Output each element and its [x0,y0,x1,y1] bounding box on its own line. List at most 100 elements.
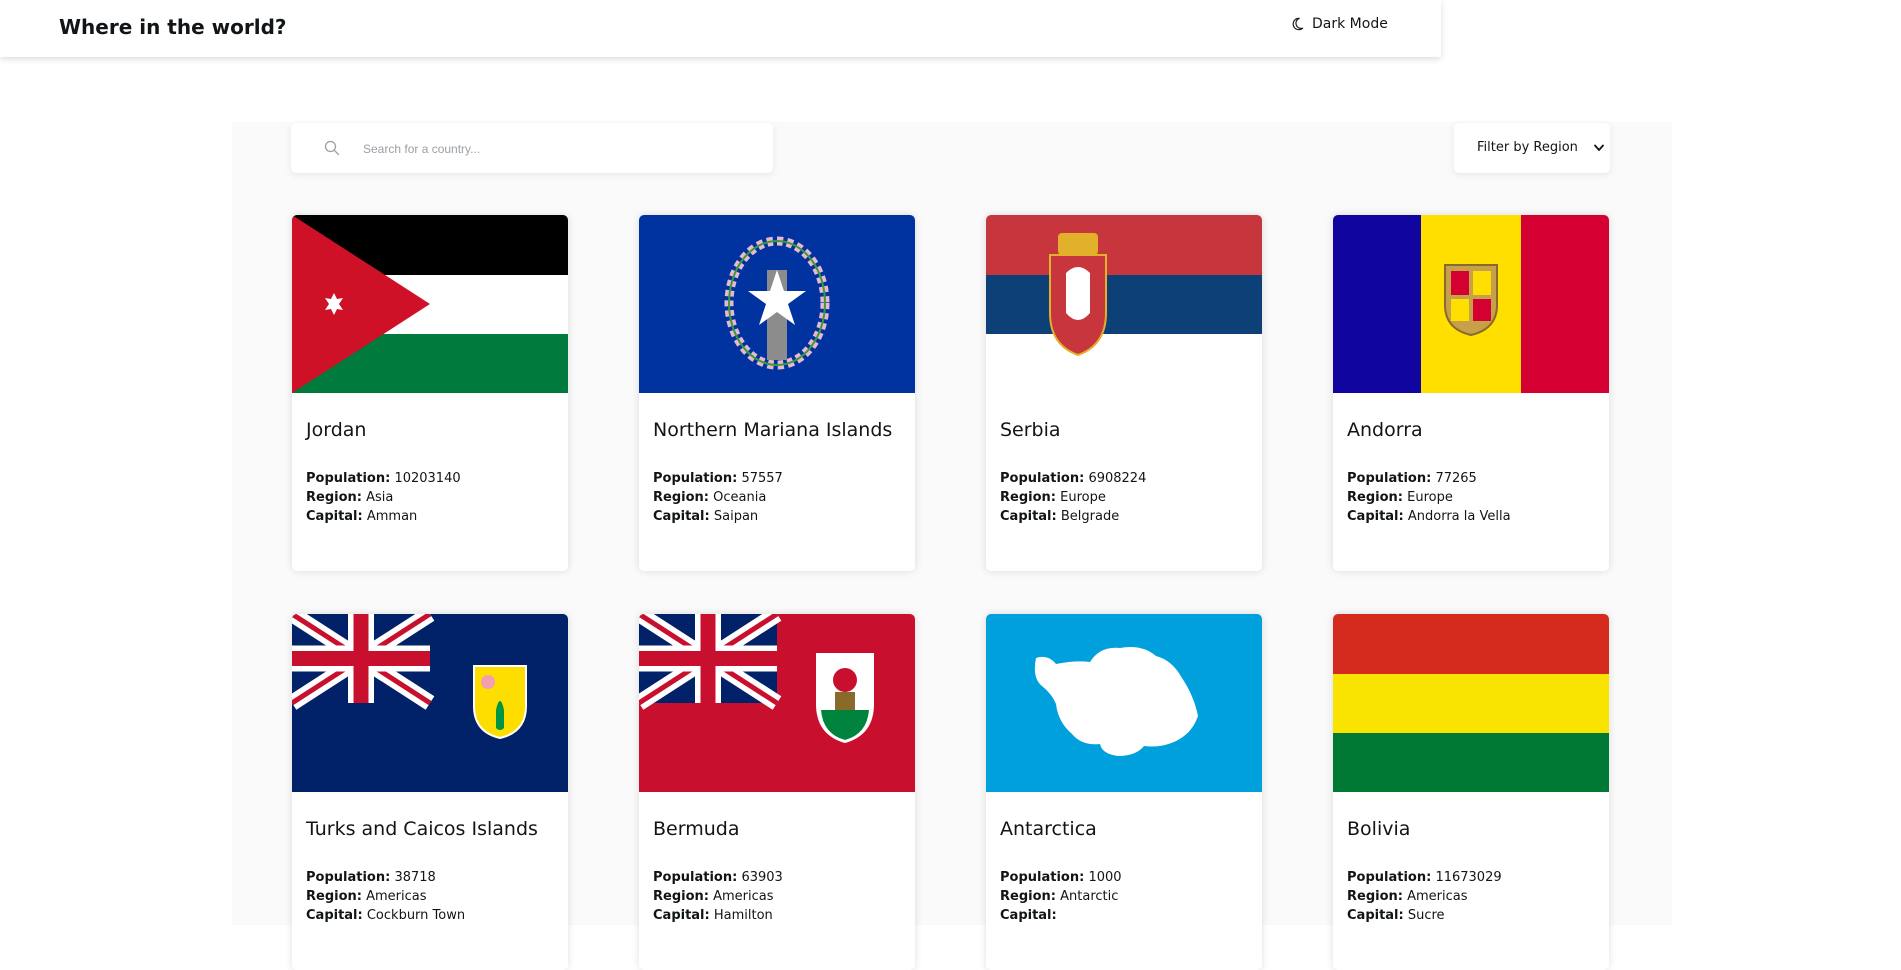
capital-value: Andorra la Vella [1407,509,1511,524]
region-label: Region: [653,490,709,505]
capital-row: Capital: Sucre [1347,906,1502,925]
region-filter-label: Filter by Region [1477,140,1578,155]
region-value: Americas [1407,889,1468,904]
antarctica-flag [986,614,1262,792]
population-value: 6908224 [1088,471,1147,486]
country-name: Serbia [1000,419,1061,441]
country-name: Bolivia [1347,818,1411,840]
jordan-flag [292,215,568,393]
region-label: Region: [1347,490,1403,505]
population-value: 10203140 [394,471,461,486]
population-value: 63903 [741,870,783,885]
population-value: 57557 [741,471,783,486]
population-label: Population: [1000,870,1085,885]
country-card[interactable]: Northern Mariana Islands Population: 575… [639,215,915,571]
capital-row: Capital: Saipan [653,507,783,526]
search-input[interactable] [361,137,745,161]
dark-mode-label: Dark Mode [1312,16,1388,32]
country-card[interactable]: Jordan Population: 10203140 Region: Asia… [292,215,568,571]
population-label: Population: [653,471,738,486]
capital-value: Cockburn Town [366,908,466,923]
country-facts: Population: 1000 Region: Antarctic Capit… [1000,868,1122,925]
population-row: Population: 10203140 [306,469,461,488]
region-value: Americas [713,889,774,904]
region-label: Region: [1000,889,1056,904]
country-name: Turks and Caicos Islands [306,818,538,840]
chevron-down-icon [1594,144,1604,151]
capital-label: Capital: [653,509,710,524]
country-card[interactable]: Serbia Population: 6908224 Region: Europ… [986,215,1262,571]
country-facts: Population: 57557 Region: Oceania Capita… [653,469,783,526]
capital-value: Sucre [1407,908,1445,923]
country-card[interactable]: Bermuda Population: 63903 Region: Americ… [639,614,915,970]
region-label: Region: [306,490,362,505]
country-card[interactable]: Turks and Caicos Islands Population: 387… [292,614,568,970]
population-row: Population: 6908224 [1000,469,1146,488]
region-label: Region: [653,889,709,904]
capital-label: Capital: [306,509,363,524]
moon-icon [1292,17,1304,31]
turks-and-caicos-flag [292,614,568,792]
population-label: Population: [1347,471,1432,486]
population-label: Population: [306,471,391,486]
region-row: Region: Oceania [653,488,783,507]
country-facts: Population: 63903 Region: Americas Capit… [653,868,783,925]
country-name: Bermuda [653,818,740,840]
capital-row: Capital: Belgrade [1000,507,1146,526]
capital-label: Capital: [653,908,710,923]
capital-label: Capital: [1000,509,1057,524]
region-value: Asia [366,490,394,505]
site-header: Where in the world? Dark Mode [0,0,1441,57]
capital-row: Capital: Amman [306,507,461,526]
region-row: Region: Americas [1347,887,1502,906]
search-bar[interactable] [291,123,773,173]
population-value: 1000 [1088,870,1122,885]
country-facts: Population: 77265 Region: Europe Capital… [1347,469,1511,526]
country-name: Jordan [306,419,367,441]
serbia-flag [986,215,1262,393]
population-label: Population: [306,870,391,885]
region-value: Americas [366,889,427,904]
population-label: Population: [653,870,738,885]
country-name: Northern Mariana Islands [653,419,893,441]
population-row: Population: 38718 [306,868,465,887]
country-card[interactable]: Andorra Population: 77265 Region: Europe… [1333,215,1609,571]
population-label: Population: [1347,870,1432,885]
population-row: Population: 63903 [653,868,783,887]
capital-label: Capital: [1000,908,1057,923]
region-value: Antarctic [1060,889,1119,904]
capital-value: Saipan [713,509,759,524]
country-name: Andorra [1347,419,1423,441]
region-row: Region: Asia [306,488,461,507]
population-label: Population: [1000,471,1085,486]
capital-row: Capital: Cockburn Town [306,906,465,925]
region-value: Europe [1407,490,1453,505]
capital-label: Capital: [306,908,363,923]
region-row: Region: Antarctic [1000,887,1122,906]
bolivia-flag [1333,614,1609,792]
bermuda-flag [639,614,915,792]
region-row: Region: Americas [653,887,783,906]
capital-value: Amman [366,509,418,524]
country-facts: Population: 6908224 Region: Europe Capit… [1000,469,1146,526]
population-value: 11673029 [1435,870,1502,885]
population-row: Population: 11673029 [1347,868,1502,887]
site-title: Where in the world? [59,15,287,39]
population-value: 77265 [1435,471,1477,486]
region-value: Europe [1060,490,1106,505]
capital-value: Hamilton [713,908,773,923]
country-name: Antarctica [1000,818,1097,840]
country-facts: Population: 10203140 Region: Asia Capita… [306,469,461,526]
region-row: Region: Americas [306,887,465,906]
region-filter-select[interactable]: Filter by Region [1454,123,1610,173]
capital-row: Capital: Hamilton [653,906,783,925]
population-row: Population: 57557 [653,469,783,488]
country-facts: Population: 38718 Region: Americas Capit… [306,868,465,925]
search-icon [324,140,340,156]
country-card[interactable]: Antarctica Population: 1000 Region: Anta… [986,614,1262,970]
dark-mode-toggle[interactable]: Dark Mode [1290,16,1388,32]
country-card[interactable]: Bolivia Population: 11673029 Region: Ame… [1333,614,1609,970]
region-value: Oceania [713,490,767,505]
region-label: Region: [1347,889,1403,904]
population-row: Population: 77265 [1347,469,1511,488]
